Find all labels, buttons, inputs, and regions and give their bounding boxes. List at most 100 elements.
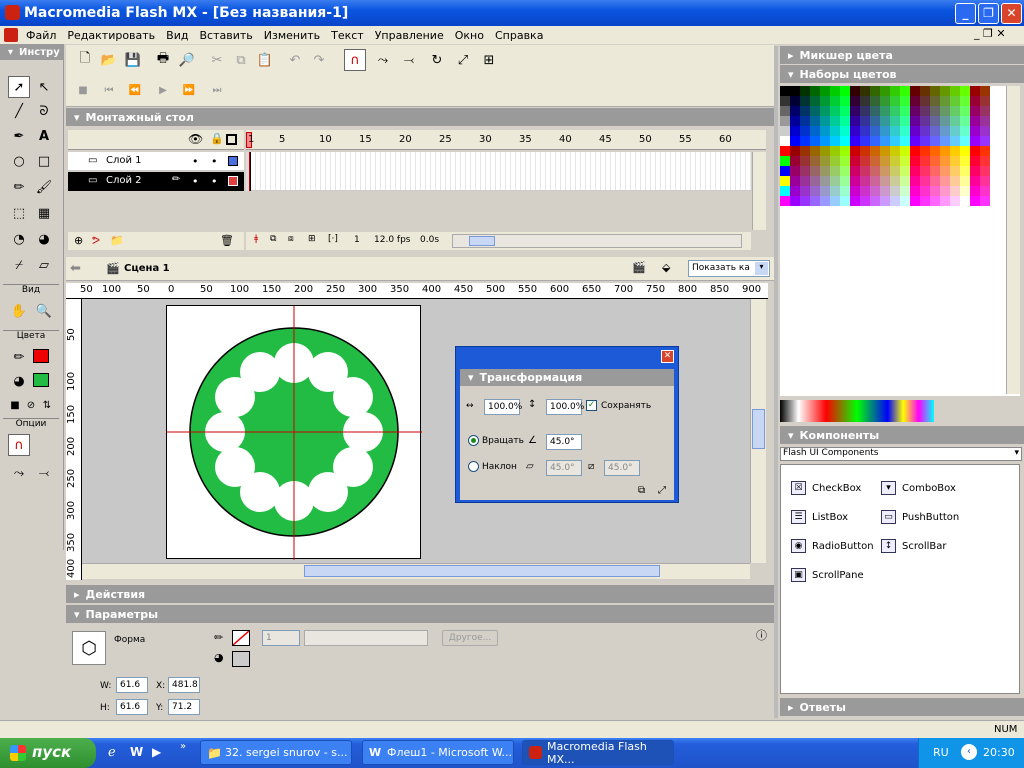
frame-ruler[interactable]: 1 5 10 15 20 25 30 35 40 45 50 55 60 xyxy=(246,130,766,150)
tray-arrow-icon[interactable]: ‹ xyxy=(961,744,977,760)
new-file-icon[interactable]: 🗋 xyxy=(74,49,96,71)
stroke-size-input[interactable]: 1 xyxy=(262,630,300,646)
snap-magnet-icon[interactable]: ∩ xyxy=(8,434,30,456)
help-icon[interactable]: ⓘ xyxy=(756,627,767,643)
y-input[interactable]: 71.2 xyxy=(168,699,200,715)
component-radiobutton[interactable]: ◉ RadioButton xyxy=(791,539,874,553)
add-layer-icon[interactable]: ⊕ xyxy=(74,234,83,247)
word-icon[interactable]: W xyxy=(130,745,143,759)
layer-outline-color[interactable] xyxy=(228,176,238,186)
minimize-button[interactable]: _ xyxy=(955,3,976,24)
straighten-icon[interactable]: ⤙ xyxy=(33,462,55,484)
components-header[interactable]: Компоненты xyxy=(780,426,1024,444)
edit-scene-icon[interactable]: 🎬 xyxy=(632,261,646,274)
lock-dot[interactable]: • xyxy=(211,155,218,168)
layer-name[interactable]: Слой 1 xyxy=(106,155,142,166)
outline-icon[interactable] xyxy=(226,134,237,145)
component-pushbutton[interactable]: ▭ PushButton xyxy=(881,510,959,524)
chevron-down-icon[interactable]: ▾ xyxy=(755,262,768,275)
task-sergei[interactable]: 📁 32. sergei snurov - s... xyxy=(200,740,352,765)
ink-bottle-tool-icon[interactable]: ◔ xyxy=(8,228,30,250)
swatch-scrollbar[interactable] xyxy=(1006,86,1020,394)
stroke-color-picker[interactable] xyxy=(232,630,250,646)
paint-bucket-tool-icon[interactable]: ◕ xyxy=(33,228,55,250)
play-icon[interactable]: ▶ xyxy=(152,79,174,101)
menu-file[interactable]: Файл xyxy=(26,29,56,42)
arrow-tool-icon[interactable]: ➚ xyxy=(8,76,30,98)
layer-row-selected[interactable]: ▭ Слой 2 ✏ • • xyxy=(68,172,244,191)
timeline-header[interactable]: Монтажный стол xyxy=(66,108,774,126)
menu-modify[interactable]: Изменить xyxy=(264,29,320,42)
visibility-dot[interactable]: • xyxy=(192,175,199,188)
rotate-icon[interactable]: ↻ xyxy=(426,49,448,71)
scale-icon[interactable]: ⤢ xyxy=(452,49,474,71)
snap-to-objects-icon[interactable]: ∩ xyxy=(344,49,366,71)
back-arrow-icon[interactable]: ⬅ xyxy=(70,261,81,276)
layer-outline-color[interactable] xyxy=(228,156,238,166)
constrain-checkbox[interactable]: ✓ xyxy=(586,400,597,411)
menu-text[interactable]: Текст xyxy=(331,29,364,42)
transform-header[interactable]: Трансформация xyxy=(460,369,674,386)
stage[interactable] xyxy=(166,305,422,560)
start-button[interactable]: пуск xyxy=(0,738,96,768)
component-combobox[interactable]: ▾ ComboBox xyxy=(881,481,956,495)
copy-icon[interactable]: ⧉ xyxy=(230,49,252,71)
hand-tool-icon[interactable]: ✋ xyxy=(8,300,30,322)
properties-header[interactable]: Параметры xyxy=(66,605,774,623)
zoom-tool-icon[interactable]: 🔍 xyxy=(33,300,55,322)
brush-tool-icon[interactable]: 🖌 xyxy=(33,176,55,198)
scroll-thumb[interactable] xyxy=(752,409,765,449)
stop-icon[interactable]: ■ xyxy=(72,79,94,101)
oval-tool-icon[interactable]: ○ xyxy=(8,150,30,172)
lock-icon[interactable]: 🔒 xyxy=(210,132,224,145)
fill-color-picker[interactable] xyxy=(232,651,250,667)
height-percent-input[interactable]: 100.0% xyxy=(546,399,584,415)
stage-drawing[interactable] xyxy=(167,306,422,560)
eye-icon[interactable]: 👁 xyxy=(188,132,203,146)
menu-control[interactable]: Управление xyxy=(375,29,444,42)
redo-icon[interactable]: ↷ xyxy=(308,49,330,71)
frame-grid[interactable] xyxy=(246,152,751,191)
edit-multiple-icon[interactable]: ⊞ xyxy=(308,234,316,244)
undo-icon[interactable]: ↶ xyxy=(284,49,306,71)
menu-insert[interactable]: Вставить xyxy=(199,29,252,42)
stage-vscroll[interactable] xyxy=(750,299,766,563)
rewind-icon[interactable]: ⏮ xyxy=(98,79,120,101)
print-preview-icon[interactable]: 🔎 xyxy=(176,49,198,71)
stroke-color-swatch[interactable] xyxy=(33,349,49,363)
doc-window-controls[interactable]: _ ❐ ✕ xyxy=(974,27,1006,40)
cut-icon[interactable]: ✂ xyxy=(206,49,228,71)
language-indicator[interactable]: RU xyxy=(933,746,949,759)
component-scrollbar[interactable]: ↕ ScrollBar xyxy=(881,539,947,553)
task-flash[interactable]: Macromedia Flash MX... xyxy=(522,740,674,766)
gradient-swatches[interactable] xyxy=(780,400,934,422)
x-input[interactable]: 481.8 xyxy=(168,677,200,693)
component-checkbox[interactable]: ☒ CheckBox xyxy=(791,481,861,495)
component-listbox[interactable]: ☰ ListBox xyxy=(791,510,848,524)
fill-transform-tool-icon[interactable]: ▦ xyxy=(33,202,55,224)
color-mixer-header[interactable]: Микшер цвета xyxy=(780,46,1024,64)
component-scrollpane[interactable]: ▣ ScrollPane xyxy=(791,568,864,582)
custom-stroke-button[interactable]: Другое... xyxy=(442,630,498,646)
menu-help[interactable]: Справка xyxy=(495,29,543,42)
close-icon[interactable]: ✕ xyxy=(661,350,674,363)
lock-dot[interactable]: • xyxy=(211,175,218,188)
rotate-radio[interactable] xyxy=(468,435,479,446)
line-tool-icon[interactable]: ╱ xyxy=(8,100,30,122)
components-select[interactable]: Flash UI Components ▾ xyxy=(780,447,1022,461)
reset-transform-icon[interactable]: ⤢ xyxy=(658,485,666,496)
skew-v-input[interactable]: 45.0° xyxy=(604,460,640,476)
media-player-icon[interactable]: ▶ xyxy=(152,745,161,759)
straighten-toolbar-icon[interactable]: ⤙ xyxy=(398,49,420,71)
chevron-down-icon[interactable]: ▾ xyxy=(1014,448,1019,458)
scroll-thumb[interactable] xyxy=(469,236,495,246)
rect-tool-icon[interactable]: □ xyxy=(33,150,55,172)
lasso-tool-icon[interactable]: ᘐ xyxy=(33,100,55,122)
smooth-icon[interactable]: ⤳ xyxy=(8,462,30,484)
step-back-icon[interactable]: ⏪ xyxy=(124,79,146,101)
actions-header[interactable]: Действия xyxy=(66,585,774,603)
maximize-button[interactable]: ❐ xyxy=(978,3,999,24)
fill-color-swatch[interactable] xyxy=(33,373,49,387)
rotate-input[interactable]: 45.0° xyxy=(546,434,582,450)
stroke-style-select[interactable] xyxy=(304,630,428,646)
